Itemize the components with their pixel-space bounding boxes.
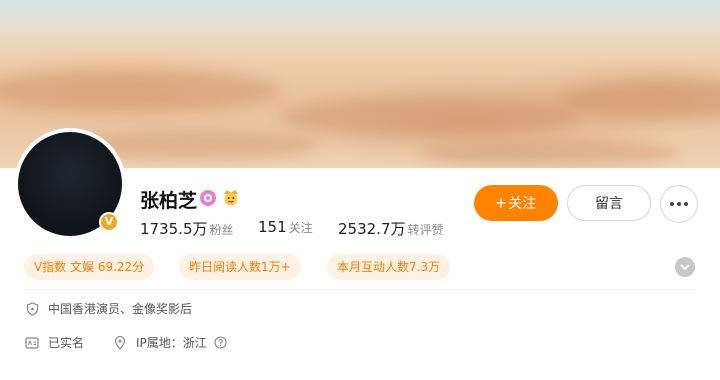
- id-card-icon: [24, 335, 40, 351]
- verified-text: 已实名: [48, 336, 85, 350]
- following-stat[interactable]: 151 关注: [258, 218, 313, 236]
- fans-label: 粉丝: [209, 223, 234, 237]
- profile-name: 张柏芝: [140, 190, 198, 212]
- follow-button[interactable]: + 关注: [474, 185, 558, 221]
- ip-location-text: IP属地：浙江: [136, 336, 207, 350]
- divider: [24, 289, 696, 290]
- verified-v-badge: V: [99, 212, 119, 232]
- tag-monthly-interactions[interactable]: 本月互动人数7.3万: [327, 254, 451, 280]
- bio-text: 中国香港演员、金像奖影后: [48, 302, 193, 316]
- bio-row: 中国香港演员、金像奖影后: [24, 300, 192, 317]
- meta-row: 已实名 IP属地：浙江: [24, 334, 229, 351]
- tag-v-index[interactable]: V指数 文娱 69.22分: [24, 254, 155, 280]
- shield-icon: [24, 301, 40, 317]
- interactions-label: 转评赞: [407, 223, 444, 237]
- crown-face-icon[interactable]: [220, 186, 242, 208]
- following-count: 151: [258, 218, 287, 236]
- location-pin-icon: [112, 335, 128, 351]
- fans-count: 1735.5万: [140, 220, 208, 238]
- pink-circle-badge-icon[interactable]: [200, 190, 216, 206]
- chevron-down-icon[interactable]: [675, 257, 695, 277]
- interactions-stat: 2532.7万 转评赞: [338, 218, 444, 239]
- more-dots-icon[interactable]: [660, 185, 698, 223]
- fans-stat[interactable]: 1735.5万 粉丝: [140, 218, 234, 239]
- follow-button-label: 关注: [508, 195, 537, 211]
- question-circle-icon[interactable]: [213, 335, 229, 351]
- interactions-count: 2532.7万: [338, 220, 406, 238]
- tag-daily-readers[interactable]: 昨日阅读人数1万+: [179, 254, 301, 280]
- message-button[interactable]: 留言: [567, 185, 651, 221]
- verified-v-icon: V: [101, 214, 117, 230]
- plus-icon: +: [495, 193, 507, 213]
- following-label: 关注: [288, 221, 313, 235]
- message-button-label: 留言: [595, 196, 623, 212]
